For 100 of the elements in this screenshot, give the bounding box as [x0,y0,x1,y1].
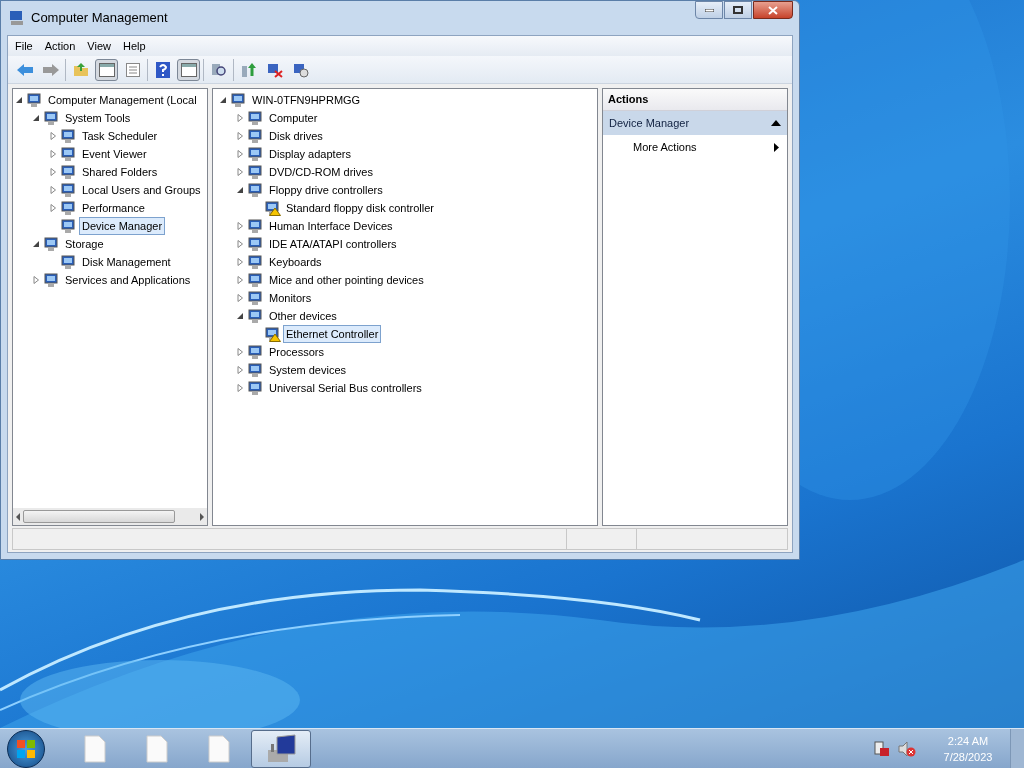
menu-item[interactable]: Action [39,37,81,55]
computer-icon [265,733,297,764]
collapse-arrow-icon[interactable] [236,312,244,320]
actions-header: Actions [603,89,787,111]
device-icon [61,146,77,162]
tree-item[interactable]: Human Interface Devices [266,217,396,235]
tree-item[interactable]: Mice and other pointing devices [266,271,427,289]
expand-arrow-icon[interactable] [236,276,244,284]
device-icon [44,272,60,288]
toolbar-button[interactable] [177,58,200,81]
device-icon [61,128,77,144]
device-icon [61,200,77,216]
expand-arrow-icon[interactable] [236,258,244,266]
tree-item[interactable]: Disk drives [266,127,326,145]
device-icon [61,218,77,234]
menu-item[interactable]: Help [117,37,151,55]
collapse-arrow-icon[interactable] [236,186,244,194]
scroll-right-icon [199,512,205,521]
tree-item[interactable]: Services and Applications [62,271,194,289]
expand-arrow-icon[interactable] [236,222,244,230]
tree-item[interactable]: Event Viewer [79,145,150,163]
tree-item[interactable]: Monitors [266,289,315,307]
tree-item[interactable]: IDE ATA/ATAPI controllers [266,235,400,253]
tree-item[interactable]: WIN-0TFN9HPRMGG [249,91,364,109]
expand-arrow-icon[interactable] [236,366,244,374]
submenu-arrow-icon [774,142,779,152]
update-driver-icon [240,61,257,78]
document-icon [146,734,168,763]
tree-item[interactable]: Task Scheduler [79,127,161,145]
show-desktop-button[interactable] [1010,728,1024,768]
collapse-arrow-icon[interactable] [32,240,40,248]
expand-arrow-icon[interactable] [236,168,244,176]
list-icon [125,62,140,77]
device-icon [44,236,60,252]
section-title: Device Manager [609,115,691,131]
close-button[interactable] [753,1,793,19]
expand-arrow-icon[interactable] [49,132,57,140]
tree-item[interactable]: Display adapters [266,145,354,163]
expand-arrow-icon[interactable] [236,114,244,122]
horizontal-scrollbar[interactable] [13,508,207,525]
start-button[interactable] [7,729,45,768]
tree-item[interactable]: Shared Folders [79,163,161,181]
tree-item[interactable]: Performance [79,199,148,217]
device-icon [61,182,77,198]
tree-item[interactable]: Processors [266,343,328,361]
windows-logo-icon [16,738,36,759]
back-arrow-icon [15,61,34,78]
tree-item[interactable]: DVD/CD-ROM drives [266,163,376,181]
tree-item[interactable]: Floppy drive controllers [266,181,386,199]
pane-icon [180,62,197,77]
maximize-button[interactable] [724,1,752,19]
network-error-icon [874,740,890,757]
help-icon [155,61,170,78]
toolbar-button[interactable] [95,58,118,81]
expand-arrow-icon[interactable] [49,168,57,176]
tree-item[interactable]: Computer [266,109,321,127]
install-icon [292,61,309,78]
taskbar-button[interactable] [251,729,311,768]
expand-arrow-icon[interactable] [49,150,57,158]
folder-icon [72,61,89,78]
collapse-arrow-icon[interactable] [32,114,40,122]
tree-item[interactable]: Universal Serial Bus controllers [266,379,425,397]
uninstall-icon [266,61,283,78]
expand-arrow-icon[interactable] [236,348,244,356]
minimize-icon [704,8,714,12]
tree-item[interactable]: System Tools [62,109,134,127]
expand-arrow-icon[interactable] [49,204,57,212]
tree-item[interactable]: Device Manager [79,217,166,235]
tree-item[interactable]: Storage [62,235,107,253]
device-icon [61,254,77,270]
expand-arrow-icon[interactable] [236,132,244,140]
clock-date: 7/28/2023 [943,749,993,765]
expand-arrow-icon[interactable] [32,276,40,284]
expand-arrow-icon[interactable] [236,240,244,248]
expand-arrow-icon[interactable] [236,384,244,392]
tree-item[interactable]: Other devices [266,307,340,325]
tree-item[interactable]: Keyboards [266,253,325,271]
collapse-arrow-icon[interactable] [219,96,227,104]
menu-item[interactable]: File [10,37,38,55]
window-title: Computer Management [31,9,169,28]
tree-item[interactable]: Ethernet Controller [283,325,382,343]
tree-item[interactable]: System devices [266,361,350,379]
collapse-arrow-icon[interactable] [15,96,23,104]
clock-time: 2:24 AM [947,733,989,749]
expand-arrow-icon[interactable] [236,150,244,158]
expand-arrow-icon[interactable] [49,186,57,194]
actions-section-header[interactable]: Device Manager [603,111,787,135]
pane-icon [98,62,115,77]
speaker-muted-icon [898,740,916,757]
menu-item[interactable]: View [82,37,116,55]
expand-arrow-icon[interactable] [236,294,244,302]
document-icon [208,734,230,763]
magnifier-icon [210,61,227,78]
tree-item[interactable]: Standard floppy disk controller [283,199,437,217]
tree-item[interactable]: Local Users and Groups [79,181,204,199]
device-icon [27,92,43,108]
device-icon [61,164,77,180]
tree-item[interactable]: Disk Management [79,253,174,271]
tree-item[interactable]: Computer Management (Local [45,91,200,109]
action-link[interactable]: More Actions [603,135,787,159]
